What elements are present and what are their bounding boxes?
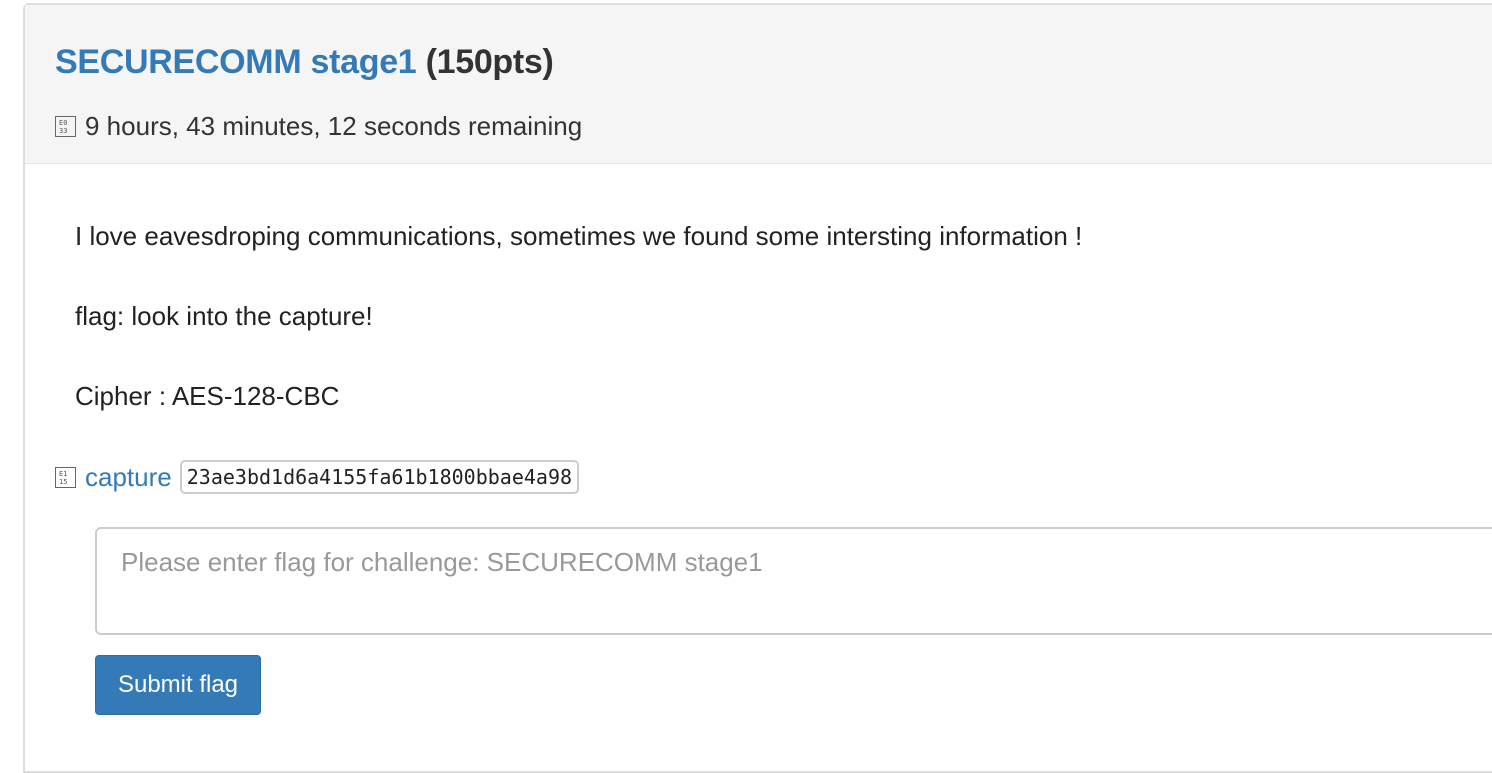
svg-text:15: 15 bbox=[59, 478, 67, 486]
time-remaining-text: 9 hours, 43 minutes, 12 seconds remainin… bbox=[85, 111, 583, 141]
clock-icon: E0 33 bbox=[55, 116, 76, 137]
challenge-heading: SECURECOMM stage1 (150pts) E0 33 9 hours… bbox=[25, 5, 1492, 164]
svg-text:33: 33 bbox=[59, 127, 67, 135]
description-line: Cipher : AES-128-CBC bbox=[75, 381, 340, 411]
challenge-points: (150pts) bbox=[425, 43, 554, 81]
attachment-hash: 23ae3bd1d6a4155fa61b1800bbae4a98 bbox=[179, 460, 580, 494]
flag-input[interactable] bbox=[95, 527, 1492, 635]
challenge-title: SECURECOMM stage1 (150pts) bbox=[55, 43, 554, 82]
time-remaining-row: E0 33 9 hours, 43 minutes, 12 seconds re… bbox=[55, 111, 582, 142]
submit-flag-button[interactable]: Submit flag bbox=[95, 655, 261, 715]
challenge-panel: SECURECOMM stage1 (150pts) E0 33 9 hours… bbox=[23, 3, 1492, 773]
challenge-title-link[interactable]: SECURECOMM stage1 bbox=[55, 43, 417, 81]
description-line: I love eavesdroping communications, some… bbox=[75, 221, 1083, 251]
attachment-row: E1 15 capture 23ae3bd1d6a4155fa61b1800bb… bbox=[55, 460, 580, 494]
svg-text:E0: E0 bbox=[59, 119, 67, 127]
description-line: flag: look into the capture! bbox=[75, 301, 373, 331]
attachment-link[interactable]: capture bbox=[85, 462, 172, 493]
svg-text:E1: E1 bbox=[59, 470, 67, 478]
file-icon: E1 15 bbox=[55, 466, 76, 488]
